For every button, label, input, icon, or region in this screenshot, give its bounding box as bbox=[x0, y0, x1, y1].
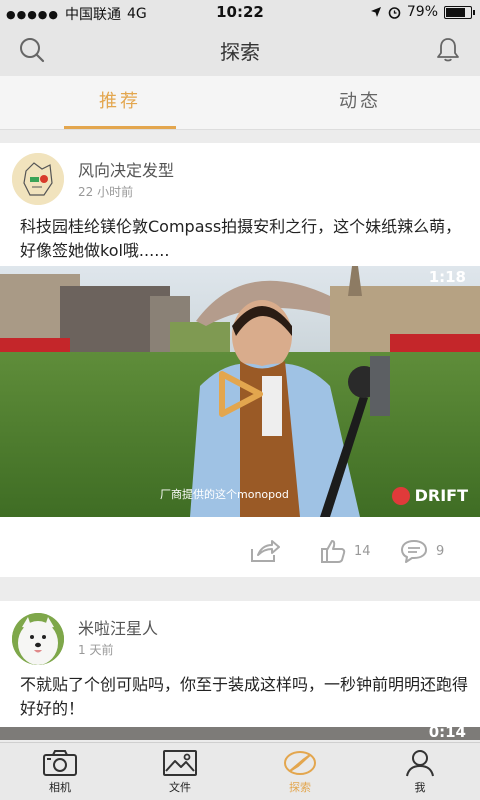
post-text[interactable]: 不就贴了个创可贴吗，你至于装成这样吗，一秒钟前明明还跑得好好的！ bbox=[20, 673, 470, 721]
bell-icon[interactable] bbox=[434, 36, 462, 64]
post-actions: 14 9 bbox=[0, 536, 480, 566]
like-count: 14 bbox=[354, 543, 371, 559]
tabbar-label: 相机 bbox=[49, 781, 71, 794]
feed-tabs: 推荐 动态 bbox=[0, 76, 480, 130]
tabbar-label: 我 bbox=[414, 781, 426, 794]
avatar-dog-photo bbox=[12, 613, 64, 665]
image-icon bbox=[163, 750, 197, 776]
tabbar-label: 文件 bbox=[169, 781, 191, 794]
post-text[interactable]: 科技园桂纶镁伦敦Compass拍摄安利之行，这个妹纸辣么萌，好像签她做kol哦.… bbox=[20, 215, 470, 263]
nav-bar: 探索 bbox=[0, 24, 480, 76]
status-bar: ●●●●● 中国联通 4G 10:22 79% bbox=[0, 0, 480, 24]
tabbar-item-explore[interactable]: 探索 bbox=[252, 743, 348, 800]
post-card[interactable]: 风向决定发型 22 小时前 科技园桂纶镁伦敦Compass拍摄安利之行，这个妹纸… bbox=[0, 143, 480, 577]
bottom-tab-bar: 相机 文件 探索 我 bbox=[0, 742, 480, 800]
like-button[interactable]: 14 bbox=[320, 536, 371, 566]
page-title: 探索 bbox=[220, 40, 260, 64]
tabbar-item-me[interactable]: 我 bbox=[372, 743, 468, 800]
compass-icon bbox=[284, 751, 316, 775]
author-name[interactable]: 米啦汪星人 bbox=[78, 615, 158, 639]
author-name[interactable]: 风向决定发型 bbox=[78, 157, 174, 181]
tab-updates[interactable]: 动态 bbox=[240, 76, 480, 130]
tab-underline bbox=[64, 126, 176, 129]
video-watermark: DRIFT bbox=[391, 486, 468, 505]
battery-percent: 79% bbox=[406, 4, 438, 20]
comment-button[interactable]: 9 bbox=[400, 536, 444, 566]
avatar-illustration bbox=[12, 153, 64, 205]
camera-icon bbox=[43, 750, 77, 776]
video-thumbnail[interactable]: 1:18 厂商提供的这个monopod DRIFT bbox=[0, 266, 480, 517]
drift-logo-icon bbox=[391, 486, 410, 505]
person-icon bbox=[406, 750, 434, 777]
brand-name: DRIFT bbox=[414, 486, 468, 505]
video-duration: 0:14 bbox=[428, 727, 466, 740]
post-time: 22 小时前 bbox=[78, 185, 134, 199]
battery-icon bbox=[444, 5, 475, 19]
tabbar-label: 探索 bbox=[289, 781, 311, 794]
tabbar-item-camera[interactable]: 相机 bbox=[12, 743, 108, 800]
video-thumbnail[interactable]: 0:14 bbox=[0, 727, 480, 740]
video-duration: 1:18 bbox=[428, 268, 466, 286]
alarm-icon bbox=[388, 6, 401, 19]
tabbar-item-files[interactable]: 文件 bbox=[132, 743, 228, 800]
comment-count: 9 bbox=[436, 543, 445, 559]
avatar[interactable] bbox=[12, 613, 64, 665]
thumbs-up-icon bbox=[321, 540, 346, 563]
share-icon bbox=[251, 540, 280, 562]
location-icon bbox=[370, 7, 381, 17]
post-card[interactable]: 米啦汪星人 1 天前 不就贴了个创可贴吗，你至于装成这样吗，一秒钟前明明还跑得好… bbox=[0, 601, 480, 740]
comment-icon bbox=[401, 540, 427, 563]
tab-recommended[interactable]: 推荐 bbox=[0, 76, 240, 130]
avatar[interactable] bbox=[12, 153, 64, 205]
share-button[interactable] bbox=[250, 536, 280, 566]
post-time: 1 天前 bbox=[78, 643, 114, 657]
play-icon[interactable] bbox=[216, 370, 264, 418]
video-caption: 厂商提供的这个monopod bbox=[160, 488, 289, 501]
